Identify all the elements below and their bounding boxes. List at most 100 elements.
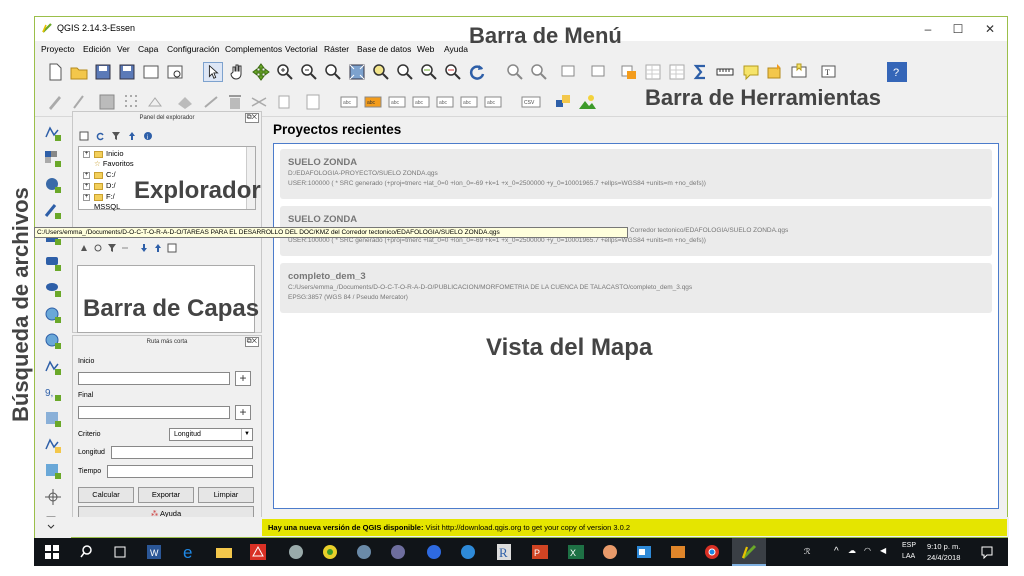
route-panel-float-close-buttons[interactable]: ⧉✕	[244, 337, 259, 347]
clear-button[interactable]: Limpiar	[198, 487, 254, 503]
media-app-icon[interactable]	[668, 542, 688, 562]
add-db2-layer-icon[interactable]	[43, 253, 63, 273]
chrome-icon[interactable]	[702, 542, 722, 562]
refresh-browser-icon[interactable]	[95, 131, 105, 141]
keyboard-layout[interactable]: LAA	[902, 553, 915, 560]
wifi-icon[interactable]: ◠	[864, 546, 871, 555]
show-bookmarks-icon[interactable]	[789, 62, 809, 82]
recent-project-item[interactable]: SUELO ZONDA D:/EDAFOLOGIA-PROYECTO/SUELO…	[280, 149, 992, 199]
select-cursor-icon[interactable]	[203, 62, 223, 82]
notifications-icon[interactable]	[980, 545, 994, 559]
new-shapefile-icon[interactable]	[43, 435, 63, 455]
copy-features-icon[interactable]	[275, 92, 295, 112]
rotate-label-icon[interactable]: abc	[459, 92, 479, 112]
measure-line-icon[interactable]	[715, 62, 735, 82]
minimize-button[interactable]: –	[913, 19, 943, 39]
new-bookmark-icon[interactable]	[765, 62, 785, 82]
app-icon-chrome-like[interactable]	[320, 542, 340, 562]
close-button[interactable]: ✕	[975, 19, 1005, 39]
menu-raster[interactable]: Ráster	[324, 44, 349, 54]
gps-tools-icon[interactable]	[43, 487, 63, 507]
app-icon-window[interactable]	[634, 542, 654, 562]
capture-end-point-button[interactable]: +	[235, 405, 251, 420]
zoom-out-icon[interactable]	[299, 62, 319, 82]
zoom-full-icon[interactable]	[347, 62, 367, 82]
change-label-icon[interactable]: abc	[483, 92, 503, 112]
map-tips-icon[interactable]	[741, 62, 761, 82]
paint-app-icon[interactable]	[600, 542, 620, 562]
open-project-icon[interactable]	[69, 62, 89, 82]
menu-ayuda[interactable]: Ayuda	[444, 44, 468, 54]
add-oracle-layer-icon[interactable]	[43, 279, 63, 299]
maximize-button[interactable]: ☐	[943, 19, 973, 39]
pin-labels-icon[interactable]: abc	[387, 92, 407, 112]
volume-icon[interactable]: ◀	[880, 546, 886, 555]
help-icon[interactable]: ?	[887, 62, 907, 82]
open-layer-styling-icon[interactable]	[79, 243, 89, 253]
zoom-last-icon[interactable]	[419, 62, 439, 82]
zoom-next-icon[interactable]	[443, 62, 463, 82]
cloud-icon[interactable]: ☁	[848, 546, 856, 555]
collapse-layers-icon[interactable]	[153, 243, 163, 253]
properties-info-icon[interactable]: i	[143, 131, 153, 141]
powerpoint-icon[interactable]: P	[530, 542, 550, 562]
identify-features-icon[interactable]	[505, 62, 525, 82]
edge-browser-icon[interactable]: e	[180, 542, 200, 562]
pan-to-selection-icon[interactable]	[251, 62, 271, 82]
manage-visibility-icon[interactable]	[93, 243, 103, 253]
menu-ver[interactable]: Ver	[117, 44, 130, 54]
windows-start-icon[interactable]	[42, 542, 62, 562]
new-print-composer-icon[interactable]	[141, 62, 161, 82]
add-wms-layer-icon[interactable]	[43, 305, 63, 325]
composer-manager-icon[interactable]	[165, 62, 185, 82]
current-edits-icon[interactable]	[45, 92, 65, 112]
tree-item-c-drive[interactable]: + C:/	[83, 170, 116, 179]
add-virtual-layer-icon[interactable]	[43, 409, 63, 429]
tree-item-f-drive[interactable]: + F:/	[83, 192, 115, 201]
zoom-selection-icon[interactable]	[371, 62, 391, 82]
move-label-icon[interactable]: abc	[435, 92, 455, 112]
menu-vectorial[interactable]: Vectorial	[285, 44, 318, 54]
qgis-taskbar-active[interactable]	[732, 538, 766, 566]
filter-browser-icon[interactable]	[111, 131, 121, 141]
clock-time[interactable]: 9:10 p. m.	[927, 542, 960, 551]
menu-edicion[interactable]: Edición	[83, 44, 111, 54]
file-explorer-icon[interactable]	[214, 542, 234, 562]
paste-features-icon[interactable]	[303, 92, 323, 112]
deselect-icon[interactable]	[589, 62, 609, 82]
menu-configuracion[interactable]: Configuración	[167, 44, 219, 54]
open-attribute-table-icon[interactable]	[619, 62, 639, 82]
add-wfs-layer-icon[interactable]	[43, 357, 63, 377]
select-rectangle-icon[interactable]	[559, 62, 579, 82]
tree-item-inicio[interactable]: + Inicio	[83, 149, 124, 158]
zoom-native-icon[interactable]	[323, 62, 343, 82]
field-calculator-icon[interactable]	[643, 62, 663, 82]
select-features-icon[interactable]	[529, 62, 549, 82]
refresh-icon[interactable]	[467, 62, 487, 82]
collapse-all-icon[interactable]	[127, 131, 137, 141]
terrain-plugin-icon[interactable]	[577, 92, 597, 112]
excel-icon[interactable]: X	[566, 542, 586, 562]
expand-chevron-icon[interactable]	[47, 523, 55, 531]
menu-base-de-datos[interactable]: Base de datos	[357, 44, 411, 54]
update-notification[interactable]: Hay una nueva versión de QGIS disponible…	[262, 519, 1007, 536]
node-tool-icon[interactable]	[175, 92, 195, 112]
keyboard-language[interactable]: ESP	[902, 542, 916, 549]
app-icon-planet[interactable]	[388, 542, 408, 562]
tree-item-d-drive[interactable]: + D:/	[83, 181, 116, 190]
menu-complementos[interactable]: Complementos	[225, 44, 282, 54]
add-feature-icon[interactable]	[121, 92, 141, 112]
calculate-button[interactable]: Calcular	[78, 487, 134, 503]
rotate-feature-icon[interactable]	[201, 92, 221, 112]
criterion-select[interactable]: Longitud ▼	[169, 428, 253, 441]
tree-item-mssql[interactable]: MSSQL	[94, 202, 120, 211]
clock-date[interactable]: 24/4/2018	[927, 553, 960, 562]
panel-float-close-buttons[interactable]: ⧉✕	[244, 113, 259, 123]
menu-capa[interactable]: Capa	[138, 44, 158, 54]
plugin-icon[interactable]	[553, 92, 573, 112]
move-feature-icon[interactable]	[145, 92, 165, 112]
export-button[interactable]: Exportar	[138, 487, 194, 503]
search-icon[interactable]	[78, 542, 98, 562]
task-view-icon[interactable]	[110, 542, 130, 562]
expand-all-icon[interactable]	[139, 243, 149, 253]
